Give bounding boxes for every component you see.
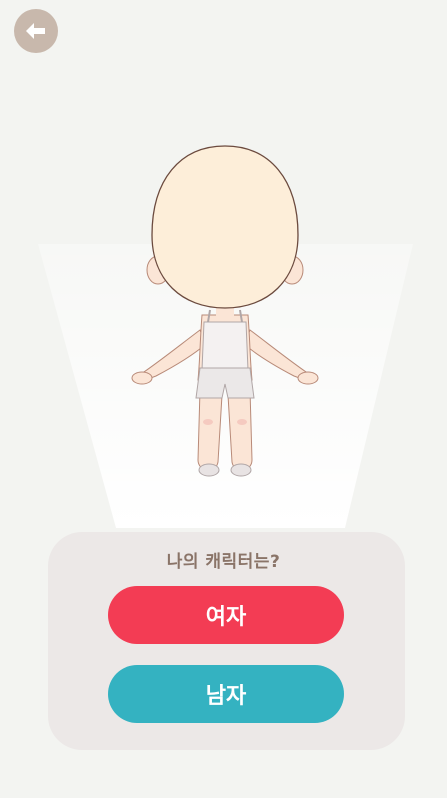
male-button[interactable]: 남자: [108, 665, 344, 723]
character-preview: [131, 145, 319, 477]
female-button[interactable]: 여자: [108, 586, 344, 644]
back-button[interactable]: [14, 9, 58, 53]
arrow-left-icon: [26, 23, 45, 39]
character-question: 나의 캐릭터는?: [166, 552, 281, 572]
